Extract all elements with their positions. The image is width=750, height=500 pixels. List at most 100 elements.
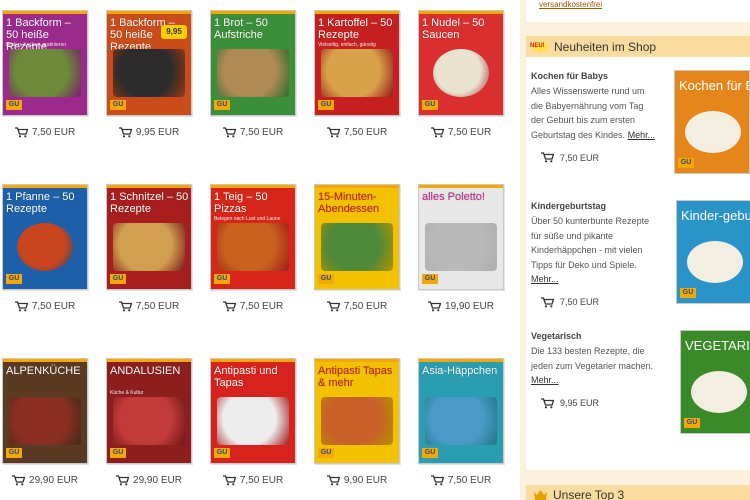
cart-icon[interactable] (12, 474, 26, 486)
price-row[interactable]: 7,50 EUR (2, 299, 88, 313)
cover-band (107, 359, 191, 362)
cart-icon[interactable] (14, 300, 29, 312)
cover-photo (217, 49, 289, 97)
cover-subtitle: Vielseitig, einfach, günstig (318, 42, 376, 48)
price: 7,50 EUR (135, 300, 180, 312)
cover-photo (217, 397, 289, 445)
price-row[interactable]: 7,50 EUR (210, 473, 296, 487)
new-product-cover[interactable]: VEGETARISCH GU (680, 330, 750, 434)
cart-icon[interactable] (222, 474, 237, 486)
book-cover[interactable]: 1 Backform – 50 heiße Rezepte Braten, bac… (2, 10, 88, 116)
sidebar: versandkostenfrei NEU! Neuheiten im Shop… (520, 0, 750, 500)
book-cover[interactable]: ALPENKÜCHE GU (2, 358, 88, 464)
price-row[interactable]: 7,50 EUR (210, 125, 296, 139)
new-product-desc-text: Über 50 kunterbunte Rezepte für süße und… (531, 216, 650, 270)
price: 29,90 EUR (133, 474, 182, 486)
cover-photo (113, 49, 185, 97)
gu-logo: GU (6, 448, 22, 458)
book-cover[interactable]: 1 Kartoffel – 50 Rezepte Vielseitig, einf… (314, 10, 400, 116)
cart-icon[interactable] (116, 474, 130, 486)
new-products-title: Neuheiten im Shop (554, 39, 657, 54)
cover-band (107, 185, 191, 188)
new-product-cover[interactable]: Kochen für Babys GU (674, 70, 750, 174)
book-cover[interactable]: Antipasti Tapas & mehr GU (314, 358, 400, 464)
cover-title: 15-Minuten-Abendessen (318, 191, 380, 215)
shipping-link[interactable]: versandkostenfrei (539, 0, 602, 9)
price: 7,50 EUR (447, 126, 492, 138)
price-row[interactable]: 7,50 EUR (418, 125, 504, 139)
book-cover[interactable]: 1 Schnitzel – 50 Rezepte GU (106, 184, 192, 290)
cart-icon[interactable] (541, 152, 555, 163)
book-cover[interactable]: 15-Minuten-Abendessen GU (314, 184, 400, 290)
price-row[interactable]: 7,50 EUR (2, 125, 88, 139)
cover-photo (691, 371, 747, 413)
cart-icon[interactable] (428, 300, 442, 312)
cart-icon[interactable] (14, 126, 29, 138)
cart-icon[interactable] (541, 397, 555, 409)
gu-logo: GU (422, 100, 438, 110)
cover-title: 1 Schnitzel – 50 Rezepte (110, 191, 189, 215)
book-cover[interactable]: 1 Nudel – 50 Saucen GU (418, 10, 504, 116)
cover-photo (9, 49, 81, 97)
cover-photo (687, 241, 743, 283)
cover-title: ANDALUSIEN (110, 365, 181, 377)
cart-icon[interactable] (430, 126, 445, 138)
cart-icon[interactable] (118, 126, 133, 138)
gu-logo: GU (214, 100, 230, 110)
book-cover[interactable]: 1 Teig – 50 Pizzas Belegen nach Lust und … (210, 184, 296, 290)
cover-title: Antipasti Tapas & mehr (318, 365, 393, 389)
price-row[interactable]: 7,50 EUR (106, 299, 192, 313)
gu-logo: GU (680, 288, 696, 298)
cart-icon[interactable] (326, 300, 341, 312)
book-cover[interactable]: 1 Brot – 50 Aufstriche GU (210, 10, 296, 116)
cart-icon[interactable] (326, 474, 341, 486)
price-row[interactable]: 7,50 EUR (418, 473, 504, 487)
cart-icon[interactable] (430, 474, 445, 486)
gu-logo: GU (110, 448, 126, 458)
gu-logo: GU (318, 274, 334, 284)
more-link[interactable]: Mehr... (628, 130, 656, 140)
cover-band (315, 11, 399, 14)
cover-band (315, 359, 399, 362)
cart-icon[interactable] (118, 300, 133, 312)
cart-icon[interactable] (222, 126, 237, 138)
book-cover[interactable]: Asia-Häppchen GU (418, 358, 504, 464)
gu-logo: GU (422, 448, 438, 458)
book-cover[interactable]: alles Poletto! GU (418, 184, 504, 290)
price-row[interactable]: 7,50 EUR (314, 299, 400, 313)
price-row[interactable]: 7,50 EUR (314, 125, 400, 139)
cart-icon[interactable] (326, 126, 341, 138)
price: 7,50 EUR (31, 126, 76, 138)
book-cover[interactable]: 1 Backform – 50 heiße Rezepte GU 9,95 (106, 10, 192, 116)
cart-icon[interactable] (222, 300, 237, 312)
price-row[interactable]: 9,95 EUR (106, 125, 192, 139)
more-link[interactable]: Mehr... (531, 274, 559, 284)
cover-band (211, 359, 295, 362)
cover-subtitle: Braten, backen, gratinieren (6, 42, 67, 48)
gu-logo: GU (110, 100, 126, 110)
price: 7,50 EUR (239, 126, 284, 138)
cover-band (211, 185, 295, 188)
cover-band (3, 185, 87, 188)
book-cover[interactable]: 1 Pfanne – 50 Rezepte GU (2, 184, 88, 290)
new-product-cover[interactable]: Kinder-geburtstag GU (676, 200, 750, 304)
price-row[interactable]: 7,50 EUR (210, 299, 296, 313)
more-link[interactable]: Mehr... (531, 375, 559, 385)
book-cover[interactable]: ANDALUSIEN Küche & Kultur GU (106, 358, 192, 464)
cover-title: ALPENKÜCHE (6, 365, 81, 377)
cart-icon[interactable] (541, 296, 555, 308)
new-products-header: NEU! Neuheiten im Shop (526, 36, 750, 57)
price-row[interactable]: 19,90 EUR (418, 299, 504, 313)
price: 7,50 EUR (343, 300, 388, 312)
cover-band (3, 11, 87, 14)
price: 7,50 EUR (239, 474, 284, 486)
cover-title: Kochen für Babys (679, 78, 749, 93)
price-row[interactable]: 29,90 EUR (106, 473, 192, 487)
price-row[interactable]: 29,90 EUR (2, 473, 88, 487)
price-sticker: 9,95 (161, 25, 187, 39)
cover-photo (17, 223, 73, 271)
price-row[interactable]: 9,90 EUR (314, 473, 400, 487)
book-cover[interactable]: Antipasti und Tapas GU (210, 358, 296, 464)
gu-logo: GU (6, 100, 22, 110)
price: 7,50 EUR (560, 152, 600, 163)
